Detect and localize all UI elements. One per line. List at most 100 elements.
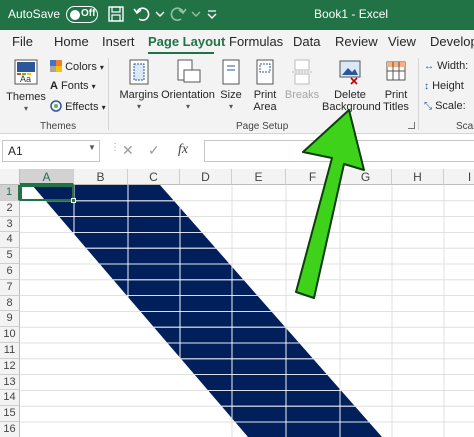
formula-more-icon: ⋮ bbox=[110, 142, 121, 153]
ribbon-tabs: File Home Insert Page Layout Formulas Da… bbox=[0, 30, 474, 54]
toggle-knob bbox=[70, 9, 80, 20]
print-titles-button[interactable]: Print Titles bbox=[380, 58, 412, 113]
column-header[interactable]: E bbox=[232, 169, 286, 185]
delete-background-label-2: Background bbox=[322, 101, 381, 113]
column-header[interactable]: D bbox=[180, 169, 232, 185]
print-area-label-2: Area bbox=[253, 101, 277, 113]
page-setup-launcher-icon[interactable] bbox=[408, 122, 415, 129]
tab-home[interactable]: Home bbox=[54, 34, 89, 49]
breaks-label: Breaks bbox=[284, 89, 320, 101]
themes-caret-icon: ▾ bbox=[23, 104, 28, 113]
tab-data[interactable]: Data bbox=[293, 34, 320, 49]
height-control[interactable]: ↕ Height bbox=[424, 80, 464, 92]
delete-background-button[interactable]: Delete Background bbox=[322, 58, 381, 113]
save-icon[interactable] bbox=[106, 4, 126, 24]
print-titles-label-1: Print bbox=[384, 89, 408, 101]
row-header[interactable]: 12 bbox=[0, 358, 20, 375]
orientation-button[interactable]: Orientation ▾ bbox=[160, 58, 216, 113]
row-header[interactable]: 16 bbox=[0, 422, 20, 437]
undo-icon[interactable] bbox=[132, 4, 152, 24]
tab-file[interactable]: File bbox=[12, 34, 33, 49]
size-button[interactable]: Size ▾ bbox=[216, 58, 246, 113]
effects-button[interactable]: Effects ▾ bbox=[50, 100, 106, 113]
row-header[interactable]: 4 bbox=[0, 232, 20, 249]
column-header[interactable]: I bbox=[444, 169, 474, 185]
height-label: Height bbox=[432, 80, 464, 92]
scale-control[interactable]: ⤡ Scale: bbox=[424, 100, 466, 112]
margins-button[interactable]: Margins ▾ bbox=[118, 58, 160, 113]
themes-icon: Aa bbox=[14, 59, 38, 85]
row-header[interactable]: 6 bbox=[0, 264, 20, 280]
cancel-icon[interactable]: ✕ bbox=[122, 142, 134, 159]
row-header[interactable]: 10 bbox=[0, 327, 20, 343]
row-header[interactable]: 5 bbox=[0, 248, 20, 264]
column-header[interactable]: H bbox=[392, 169, 444, 185]
selected-cell-a1[interactable] bbox=[20, 185, 74, 201]
row-header[interactable]: 9 bbox=[0, 311, 20, 328]
document-title: Book1 - Excel bbox=[314, 7, 389, 21]
formula-buttons: ⋮ ✕ ✓ fx bbox=[108, 140, 202, 162]
themes-group-label: Themes bbox=[40, 121, 77, 132]
fonts-icon: A bbox=[50, 80, 58, 92]
row-header[interactable]: 14 bbox=[0, 390, 20, 407]
size-label: Size bbox=[220, 89, 242, 101]
group-separator bbox=[418, 58, 419, 130]
ribbon: Aa Themes ▾ Colors ▾ A Fonts ▾ Effects ▾… bbox=[0, 54, 474, 134]
fonts-label: Fonts bbox=[61, 80, 89, 92]
fill-handle[interactable] bbox=[71, 198, 76, 203]
colors-button[interactable]: Colors ▾ bbox=[50, 60, 104, 73]
insert-function-icon[interactable]: fx bbox=[178, 142, 188, 158]
column-header[interactable]: G bbox=[340, 169, 392, 185]
row-header[interactable]: 1 bbox=[0, 185, 20, 201]
tab-page-layout[interactable]: Page Layout bbox=[148, 34, 225, 49]
scale-group-label: Scal bbox=[456, 121, 474, 132]
group-separator bbox=[108, 58, 109, 130]
tab-review[interactable]: Review bbox=[335, 34, 378, 49]
breaks-icon bbox=[292, 59, 312, 85]
undo-dropdown-icon[interactable] bbox=[150, 4, 170, 24]
width-control[interactable]: ↔ Width: bbox=[424, 60, 468, 72]
row-header[interactable]: 2 bbox=[0, 200, 20, 217]
scale-icon: ⤡ bbox=[424, 101, 432, 112]
size-icon bbox=[222, 59, 240, 85]
cells-area[interactable] bbox=[20, 185, 474, 437]
select-all-corner[interactable] bbox=[0, 169, 20, 185]
formula-input[interactable] bbox=[204, 140, 474, 162]
height-icon: ↕ bbox=[424, 81, 429, 92]
row-header[interactable]: 3 bbox=[0, 216, 20, 233]
column-header[interactable]: A bbox=[20, 169, 74, 185]
margins-label: Margins bbox=[119, 89, 159, 101]
page-setup-group-label: Page Setup bbox=[236, 121, 289, 132]
redo-icon[interactable] bbox=[168, 4, 188, 24]
row-header[interactable]: 15 bbox=[0, 406, 20, 422]
name-box-dropdown-icon[interactable]: ▼ bbox=[88, 143, 96, 152]
autosave-toggle[interactable]: Off bbox=[66, 6, 98, 23]
fonts-button[interactable]: A Fonts ▾ bbox=[50, 80, 96, 92]
delete-background-label-1: Delete bbox=[334, 89, 366, 101]
customize-toolbar-icon[interactable] bbox=[202, 4, 222, 24]
print-area-button[interactable]: Print Area bbox=[248, 58, 282, 113]
margins-caret-icon: ▾ bbox=[136, 102, 141, 111]
orientation-icon bbox=[177, 59, 201, 83]
row-header[interactable]: 11 bbox=[0, 343, 20, 359]
tab-insert[interactable]: Insert bbox=[102, 34, 135, 49]
row-header[interactable]: 7 bbox=[0, 279, 20, 296]
column-header[interactable]: B bbox=[74, 169, 128, 185]
tab-formulas[interactable]: Formulas bbox=[229, 34, 283, 49]
enter-icon[interactable]: ✓ bbox=[148, 142, 160, 159]
name-box[interactable]: A1 bbox=[2, 140, 100, 162]
row-header[interactable]: 13 bbox=[0, 374, 20, 391]
autosave-label: AutoSave bbox=[8, 7, 61, 21]
column-header[interactable]: C bbox=[128, 169, 180, 185]
print-titles-icon bbox=[386, 61, 406, 81]
tab-developer[interactable]: Develope bbox=[430, 34, 474, 49]
tab-view[interactable]: View bbox=[388, 34, 416, 49]
width-label: Width: bbox=[437, 60, 469, 72]
breaks-button[interactable]: Breaks bbox=[284, 58, 320, 101]
themes-button[interactable]: Aa Themes ▾ bbox=[6, 58, 46, 115]
width-icon: ↔ bbox=[424, 61, 434, 72]
row-header[interactable]: 8 bbox=[0, 295, 20, 312]
print-area-label-1: Print bbox=[253, 89, 277, 101]
column-header[interactable]: F bbox=[286, 169, 340, 185]
effects-label: Effects bbox=[65, 101, 99, 113]
